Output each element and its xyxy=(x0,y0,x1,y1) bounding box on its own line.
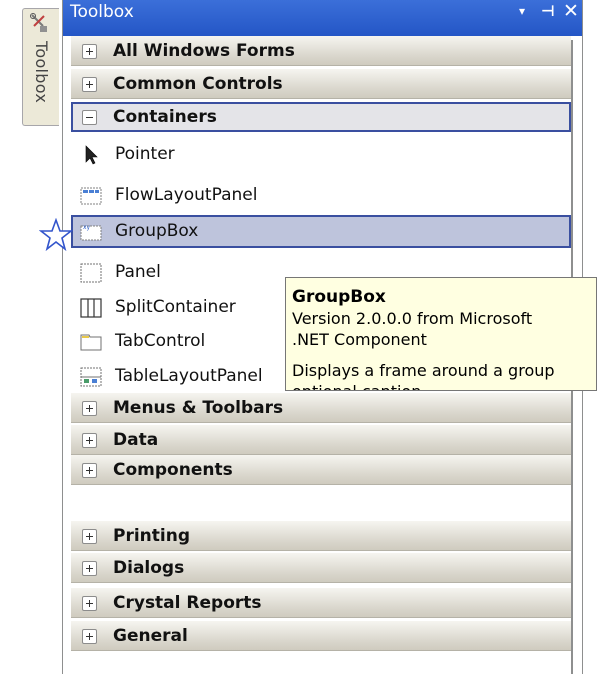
groupbox-icon: xy xyxy=(80,224,102,241)
groupbox-tooltip: GroupBox Version 2.0.0.0 from Microsoft … xyxy=(285,277,597,391)
tool-item-groupbox[interactable]: xy GroupBox xyxy=(71,215,571,248)
tool-label: FlowLayoutPanel xyxy=(115,185,258,205)
toolbox-side-tab[interactable]: Toolbox xyxy=(22,8,59,126)
category-general[interactable]: General xyxy=(71,621,571,651)
side-tab-label: Toolbox xyxy=(32,41,51,104)
tool-item-flowlayoutpanel[interactable]: FlowLayoutPanel xyxy=(71,179,571,212)
category-label: Containers xyxy=(113,107,217,127)
category-crystal-reports[interactable]: Crystal Reports xyxy=(71,588,571,618)
tool-label: SplitContainer xyxy=(115,297,236,317)
expand-plus-icon[interactable] xyxy=(82,529,97,544)
category-data[interactable]: Data xyxy=(71,425,571,455)
category-label: All Windows Forms xyxy=(113,41,295,61)
tool-label: TableLayoutPanel xyxy=(115,366,263,386)
expand-plus-icon[interactable] xyxy=(82,433,97,448)
expand-plus-icon[interactable] xyxy=(82,77,97,92)
tool-item-pointer[interactable]: Pointer xyxy=(71,138,571,171)
category-dialogs[interactable]: Dialogs xyxy=(71,553,571,583)
category-all-windows-forms[interactable]: All Windows Forms xyxy=(71,36,571,66)
dropdown-icon[interactable]: ▾ xyxy=(519,2,533,22)
tooltip-title: GroupBox xyxy=(292,287,386,307)
expand-plus-icon[interactable] xyxy=(82,401,97,416)
tabcontrol-icon xyxy=(80,334,102,351)
tablelayoutpanel-icon xyxy=(80,367,102,387)
panel-icon xyxy=(80,263,102,283)
close-icon[interactable]: ✕ xyxy=(563,2,579,22)
category-label: Common Controls xyxy=(113,74,283,94)
category-common-controls[interactable]: Common Controls xyxy=(71,69,571,99)
tool-label: GroupBox xyxy=(115,221,199,241)
category-label: Dialogs xyxy=(113,558,185,578)
expand-plus-icon[interactable] xyxy=(82,629,97,644)
tooltip-description-1: Displays a frame around a group xyxy=(292,361,555,380)
category-label: Components xyxy=(113,460,233,480)
tooltip-version: Version 2.0.0.0 from Microsoft xyxy=(292,309,533,328)
window-title: Toolbox xyxy=(70,2,134,22)
category-label: Printing xyxy=(113,526,190,546)
expand-plus-icon[interactable] xyxy=(82,44,97,59)
tool-label: Pointer xyxy=(115,144,175,164)
category-label: General xyxy=(113,626,188,646)
tool-label: TabControl xyxy=(115,331,206,351)
collapse-minus-icon[interactable] xyxy=(82,110,97,125)
category-label: Crystal Reports xyxy=(113,593,262,613)
expand-plus-icon[interactable] xyxy=(82,561,97,576)
svg-text:xy: xy xyxy=(83,224,91,231)
tooltip-component: .NET Component xyxy=(292,330,427,349)
expand-plus-icon[interactable] xyxy=(82,596,97,611)
category-label: Data xyxy=(113,430,159,450)
pin-icon[interactable]: ⊣ xyxy=(541,2,557,22)
category-components[interactable]: Components xyxy=(71,455,571,485)
pointer-arrow-icon xyxy=(85,145,98,165)
toolbox-title-bar[interactable]: Toolbox ▾ ⊣ ✕ xyxy=(63,0,582,36)
category-menus-toolbars[interactable]: Menus & Toolbars xyxy=(71,393,571,423)
tooltip-description-2: optional caption. xyxy=(292,382,426,390)
star-icon xyxy=(39,218,73,252)
splitcontainer-icon xyxy=(80,298,102,318)
category-printing[interactable]: Printing xyxy=(71,521,571,551)
expand-plus-icon[interactable] xyxy=(82,463,97,478)
flowlayoutpanel-icon xyxy=(80,187,102,205)
tool-label: Panel xyxy=(115,262,161,282)
category-label: Menus & Toolbars xyxy=(113,398,284,418)
toolbox-icon xyxy=(30,13,47,32)
category-containers[interactable]: Containers xyxy=(71,102,571,132)
